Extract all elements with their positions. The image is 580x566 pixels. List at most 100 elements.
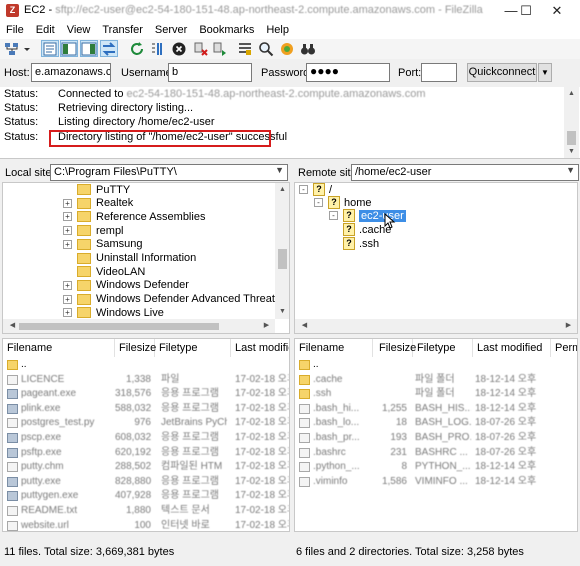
- expand-icon[interactable]: +: [63, 198, 72, 208]
- toggle-transfer-queue-icon[interactable]: [100, 40, 118, 57]
- local-tree-item[interactable]: PuTTY: [77, 183, 130, 196]
- file-row[interactable]: .bashrc 231 BASHRC ... 18-07-26 오후: [295, 446, 577, 460]
- password-input[interactable]: ●●●●: [306, 63, 390, 82]
- file-row[interactable]: postgres_test.py 976 JetBrains PyCh 17-02-1…: [3, 416, 289, 430]
- disconnect-icon[interactable]: [192, 40, 210, 57]
- file-row[interactable]: .python_... 8 PYTHON_... 18-12-14 오후: [295, 460, 577, 474]
- file-row[interactable]: ..: [3, 358, 289, 372]
- file-row[interactable]: .viminfo 1,586 VIMINFO ... 18-12-14 오후: [295, 475, 577, 489]
- scroll-left-arrow-icon[interactable]: ◀: [297, 319, 312, 332]
- site-manager-dropdown-icon[interactable]: [22, 40, 32, 57]
- scroll-up-arrow-icon[interactable]: ▲: [275, 183, 289, 196]
- remote-tree-item[interactable]: ? .ssh: [343, 237, 379, 250]
- scroll-left-arrow-icon[interactable]: ◀: [5, 319, 20, 332]
- file-row[interactable]: .bash_pr... 193 BASH_PRO... 18-07-26 오후: [295, 431, 577, 445]
- local-tree-item[interactable]: + Realtek: [63, 197, 133, 210]
- expand-icon[interactable]: +: [63, 239, 72, 249]
- remote-site-path-combo[interactable]: /home/ec2-user ▼: [351, 164, 579, 181]
- local-tree-item[interactable]: + Samsung: [63, 238, 142, 251]
- file-row[interactable]: .ssh 파일 폴더 18-12-14 오후: [295, 387, 577, 401]
- search-icon[interactable]: [257, 40, 275, 57]
- file-row[interactable]: .bash_hi... 1,255 BASH_HIS... 18-12-14 오후: [295, 402, 577, 416]
- menu-transfer[interactable]: Transfer: [96, 22, 149, 36]
- menu-help[interactable]: Help: [260, 22, 295, 36]
- menu-file[interactable]: File: [0, 22, 30, 36]
- remote-tree-item[interactable]: -? home: [314, 196, 372, 209]
- local-col-filetype[interactable]: Filetype: [155, 339, 231, 357]
- scroll-right-arrow-icon[interactable]: ▶: [259, 319, 274, 332]
- file-row[interactable]: .bash_lo... 18 BASH_LOG... 18-07-26 오후: [295, 416, 577, 430]
- menu-edit[interactable]: Edit: [30, 22, 61, 36]
- file-row[interactable]: putty.exe 828,880 응용 프로그램 17-02-18 오후: [3, 475, 289, 489]
- menu-view[interactable]: View: [61, 22, 97, 36]
- local-col-last-modified[interactable]: Last modified: [231, 339, 289, 357]
- username-input[interactable]: b: [168, 63, 252, 82]
- expand-icon[interactable]: +: [63, 294, 72, 304]
- file-row[interactable]: ..: [295, 358, 577, 372]
- process-queue-icon[interactable]: [149, 40, 167, 57]
- scroll-up-arrow-icon[interactable]: ▲: [564, 87, 579, 100]
- local-tree-item[interactable]: + Windows Defender: [63, 279, 189, 292]
- cancel-operation-icon[interactable]: [170, 40, 188, 57]
- scroll-down-arrow-icon[interactable]: ▼: [275, 305, 289, 318]
- site-manager-icon[interactable]: [3, 40, 21, 57]
- menu-server[interactable]: Server: [149, 22, 193, 36]
- menu-bookmarks[interactable]: Bookmarks: [193, 22, 260, 36]
- chevron-down-icon[interactable]: ▼: [275, 165, 284, 175]
- local-col-filesize[interactable]: Filesize: [115, 339, 156, 357]
- local-tree-item[interactable]: + Windows Live: [63, 306, 164, 319]
- collapse-icon[interactable]: -: [329, 211, 338, 220]
- remote-tree-hscrollbar[interactable]: ◀ ▶: [295, 319, 577, 333]
- file-row[interactable]: website.url 100 인터넷 바로 17-02-18 오후: [3, 519, 289, 531]
- directory-listing-filters-icon[interactable]: [236, 40, 254, 57]
- scroll-right-arrow-icon[interactable]: ▶: [561, 319, 576, 332]
- local-tree-item[interactable]: Uninstall Information: [77, 252, 196, 265]
- scroll-down-arrow-icon[interactable]: ▼: [564, 145, 579, 158]
- local-tree-item[interactable]: VideoLAN: [77, 265, 145, 278]
- host-input[interactable]: e.amazonaws.com: [31, 63, 111, 82]
- remote-col-filesize[interactable]: Filesize: [373, 339, 416, 357]
- local-tree-scroll-thumb[interactable]: [278, 249, 287, 269]
- expand-icon[interactable]: +: [63, 226, 72, 236]
- close-button[interactable]: ✕: [534, 0, 580, 22]
- file-row[interactable]: putty.chm 288,502 컴파일된 HTM 17-02-18 오후: [3, 460, 289, 474]
- remote-col-permissions[interactable]: Permi: [551, 339, 577, 357]
- file-row[interactable]: LICENCE 1,338 파일 17-02-18 오후: [3, 373, 289, 387]
- toggle-message-log-icon[interactable]: [41, 40, 59, 57]
- quickconnect-button[interactable]: Quickconnect: [467, 63, 537, 82]
- file-row[interactable]: puttygen.exe 407,928 응용 프로그램 17-02-18 오후: [3, 489, 289, 503]
- file-row[interactable]: README.txt 1,880 텍스트 문서 17-02-18 오후: [3, 504, 289, 518]
- network-config-icon[interactable]: [278, 40, 296, 57]
- local-tree-hscrollbar[interactable]: ◀ ▶: [3, 319, 275, 333]
- file-row[interactable]: psftp.exe 620,192 응용 프로그램 17-02-18 오후: [3, 446, 289, 460]
- remote-col-filename[interactable]: Filename: [295, 339, 373, 357]
- local-tree-scrollbar[interactable]: ▲ ▼: [275, 183, 289, 319]
- find-files-binoculars-icon[interactable]: [299, 40, 317, 57]
- expand-icon[interactable]: +: [63, 212, 72, 222]
- expand-icon[interactable]: +: [63, 308, 72, 318]
- local-col-filename[interactable]: Filename: [3, 339, 115, 357]
- remote-col-filetype[interactable]: Filetype: [413, 339, 473, 357]
- log-scroll-thumb[interactable]: [567, 131, 576, 145]
- reconnect-icon[interactable]: [211, 40, 229, 57]
- local-site-path-combo[interactable]: C:\Program Files\PuTTY\ ▼: [50, 164, 288, 181]
- refresh-icon[interactable]: [128, 40, 146, 57]
- local-tree-item[interactable]: + rempl: [63, 224, 124, 237]
- toggle-local-tree-icon[interactable]: [60, 40, 78, 57]
- local-tree-item[interactable]: + Reference Assemblies: [63, 210, 205, 223]
- local-tree-item[interactable]: + Windows Defender Advanced Threat Protec…: [63, 293, 289, 306]
- file-row[interactable]: plink.exe 588,032 응용 프로그램 17-02-18 오후: [3, 402, 289, 416]
- toggle-remote-tree-icon[interactable]: [80, 40, 98, 57]
- remote-col-last-modified[interactable]: Last modified: [473, 339, 551, 357]
- expand-icon[interactable]: +: [63, 280, 72, 290]
- log-scrollbar[interactable]: ▲ ▼: [564, 87, 579, 158]
- file-row[interactable]: pageant.exe 318,576 응용 프로그램 17-02-18 오후: [3, 387, 289, 401]
- file-row[interactable]: pscp.exe 608,032 응용 프로그램 17-02-18 오후: [3, 431, 289, 445]
- local-tree-hscroll-thumb[interactable]: [19, 323, 219, 330]
- collapse-icon[interactable]: -: [314, 198, 323, 207]
- chevron-down-icon[interactable]: ▼: [566, 165, 575, 175]
- file-row[interactable]: .cache 파일 폴더 18-12-14 오후: [295, 373, 577, 387]
- collapse-icon[interactable]: -: [299, 185, 308, 194]
- port-input[interactable]: [421, 63, 457, 82]
- remote-tree-item[interactable]: -? /: [299, 183, 332, 196]
